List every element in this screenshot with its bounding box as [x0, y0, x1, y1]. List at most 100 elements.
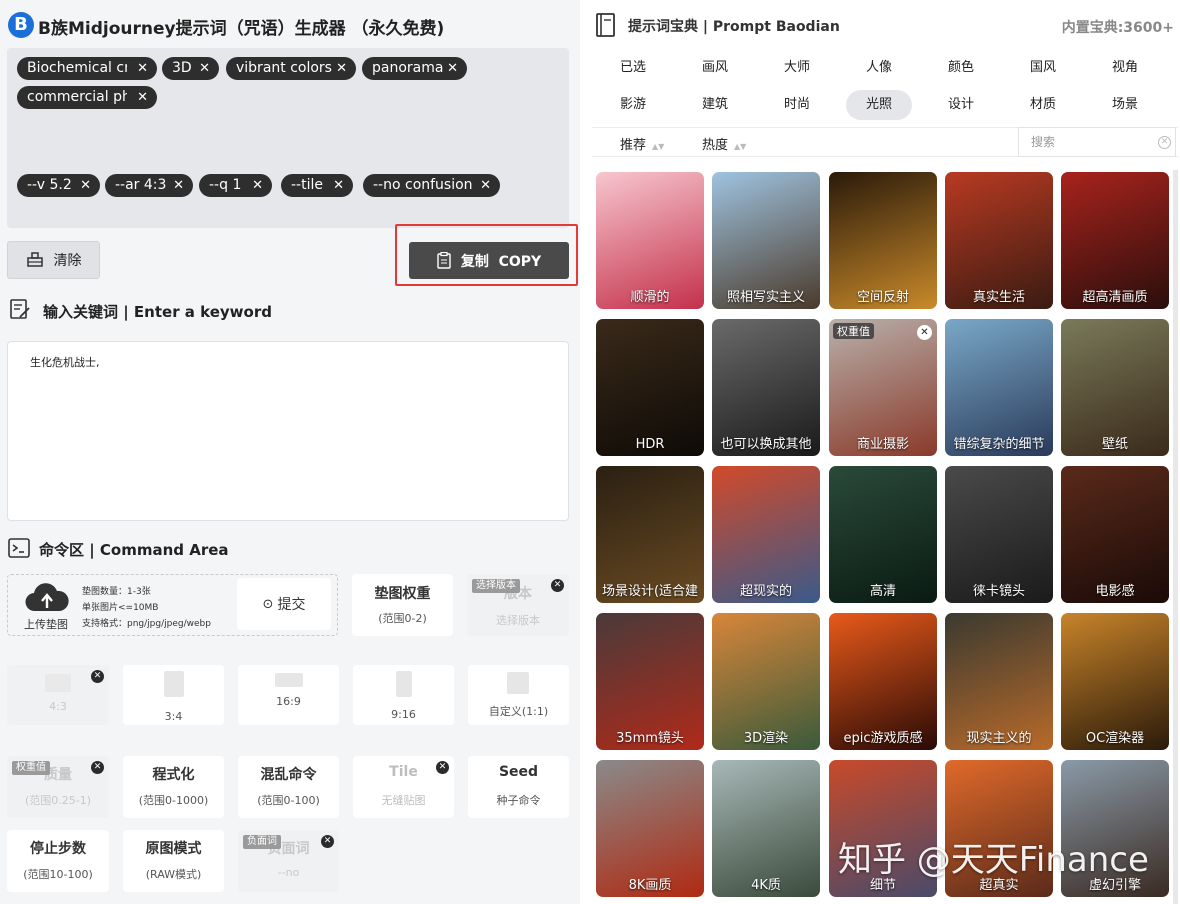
prompt-tile[interactable]: HDR: [596, 319, 704, 456]
close-icon[interactable]: ✕: [436, 761, 449, 774]
close-icon[interactable]: ✕: [917, 325, 932, 340]
copy-button[interactable]: 复制 COPY: [409, 242, 569, 279]
remove-chip-icon[interactable]: ✕: [80, 174, 91, 197]
stylize-card[interactable]: 程式化 (范围0-1000): [123, 756, 224, 818]
book-icon: [596, 13, 615, 37]
prompt-tile[interactable]: 超现实的: [712, 466, 820, 603]
upload-info-count: 垫图数量：1-3张: [82, 587, 151, 597]
close-icon[interactable]: ✕: [321, 835, 334, 848]
prompt-tile[interactable]: epic游戏质感: [829, 613, 937, 750]
chaos-card[interactable]: 混乱命令 (范围0-100): [238, 756, 339, 818]
prompt-tile[interactable]: 也可以换成其他: [712, 319, 820, 456]
prompt-chip[interactable]: Biochemical cri ✕: [17, 57, 157, 80]
category-tab[interactable]: 设计: [928, 90, 994, 120]
sort-hot[interactable]: 热度 ▲▼: [702, 134, 746, 153]
version-card[interactable]: 版本 选择版本 选择版本 ✕: [467, 574, 569, 636]
category-tab[interactable]: 已选: [600, 53, 666, 83]
param-chip[interactable]: --v 5.2 ✕: [17, 174, 100, 197]
ratio-card-custom[interactable]: 自定义(1:1): [468, 665, 569, 725]
prompt-tile[interactable]: 照相写实主义: [712, 172, 820, 309]
remove-chip-icon[interactable]: ✕: [480, 174, 491, 197]
ratio-card-3-4[interactable]: 3:4: [123, 665, 224, 725]
category-tab[interactable]: 光照: [846, 90, 912, 120]
remove-chip-icon[interactable]: ✕: [173, 174, 184, 197]
sort-arrows-icon: ▲▼: [734, 142, 747, 151]
prompt-chip[interactable]: 3D ✕: [162, 57, 219, 80]
ratio-shape-icon: [396, 671, 412, 697]
prompt-tile[interactable]: 4K质: [712, 760, 820, 897]
negative-card[interactable]: 负面词 --no 负面词 ✕: [238, 830, 339, 892]
eraser-icon: [26, 252, 43, 267]
category-tab[interactable]: 影游: [600, 90, 666, 120]
category-tab[interactable]: 场景: [1092, 90, 1158, 120]
param-chip[interactable]: --no confusion ✕: [363, 174, 500, 197]
prompt-tile[interactable]: OC渲染器: [1061, 613, 1169, 750]
category-tab[interactable]: 人像: [846, 53, 912, 83]
quality-card[interactable]: 质量 (范围0.25-1) 权重值 ✕: [7, 756, 109, 818]
search-input[interactable]: [1018, 127, 1176, 157]
close-icon[interactable]: ✕: [91, 761, 104, 774]
prompt-tile[interactable]: 徕卡镜头: [945, 466, 1053, 603]
prompt-tile[interactable]: 壁纸: [1061, 319, 1169, 456]
seed-card[interactable]: Seed 种子命令: [468, 756, 569, 818]
image-weight-card[interactable]: 垫图权重 (范围0-2): [352, 574, 453, 636]
remove-chip-icon[interactable]: ✕: [447, 57, 458, 80]
clear-button-label: 清除: [53, 253, 82, 269]
negative-badge: 负面词: [243, 835, 281, 849]
prompt-tile[interactable]: 商业摄影 权重值 ✕: [829, 319, 937, 456]
clipboard-icon: [437, 252, 451, 269]
prompt-tile[interactable]: 3D渲染: [712, 613, 820, 750]
close-icon[interactable]: ✕: [551, 579, 564, 592]
prompt-chip[interactable]: vibrant colors ✕: [226, 57, 356, 80]
prompt-tile[interactable]: 35mm镜头: [596, 613, 704, 750]
prompt-tile[interactable]: 顺滑的: [596, 172, 704, 309]
close-icon[interactable]: ✕: [91, 670, 104, 683]
ratio-shape-icon: [275, 673, 303, 687]
remove-chip-icon[interactable]: ✕: [199, 57, 210, 80]
category-tab[interactable]: 大师: [764, 53, 830, 83]
ratio-card-9-16[interactable]: 9:16: [353, 665, 454, 725]
scrollbar[interactable]: [1173, 170, 1178, 904]
remove-chip-icon[interactable]: ✕: [336, 57, 347, 80]
remove-chip-icon[interactable]: ✕: [252, 174, 263, 197]
submit-button[interactable]: ⊙ 提交: [237, 578, 331, 630]
prompt-chip[interactable]: commercial pho ✕: [17, 86, 157, 109]
prompt-tile[interactable]: 8K画质: [596, 760, 704, 897]
category-tab[interactable]: 颜色: [928, 53, 994, 83]
prompt-chip[interactable]: panorama ✕: [362, 57, 467, 80]
category-tab[interactable]: 建筑: [682, 90, 748, 120]
stop-card[interactable]: 停止步数 (范围10-100): [7, 830, 109, 892]
category-tab[interactable]: 视角: [1092, 53, 1158, 83]
prompt-tile[interactable]: 真实生活: [945, 172, 1053, 309]
raw-card[interactable]: 原图模式 (RAW模式): [123, 830, 224, 892]
remove-chip-icon[interactable]: ✕: [333, 174, 344, 197]
logo-icon: B: [8, 12, 34, 38]
param-chip[interactable]: --ar 4:3 ✕: [105, 174, 193, 197]
clear-button[interactable]: 清除: [7, 241, 100, 279]
remove-chip-icon[interactable]: ✕: [137, 57, 148, 80]
prompt-tile[interactable]: 错综复杂的细节: [945, 319, 1053, 456]
ratio-card-4-3[interactable]: 4:3 ✕: [7, 665, 109, 725]
ratio-card-16-9[interactable]: 16:9: [238, 665, 339, 725]
category-tab[interactable]: 时尚: [764, 90, 830, 120]
prompt-tile[interactable]: 现实主义的: [945, 613, 1053, 750]
quality-badge: 权重值: [12, 761, 50, 775]
prompt-tile[interactable]: 场景设计(适合建: [596, 466, 704, 603]
param-chip[interactable]: --q 1 ✕: [199, 174, 272, 197]
keyword-input[interactable]: [7, 341, 569, 521]
clear-search-icon[interactable]: ✕: [1158, 136, 1171, 149]
param-chip[interactable]: --tile ✕: [281, 174, 353, 197]
prompt-tile[interactable]: 超高清画质: [1061, 172, 1169, 309]
tile-caption: OC渲染器: [1085, 731, 1145, 746]
remove-chip-icon[interactable]: ✕: [137, 86, 148, 109]
category-tab[interactable]: 国风: [1010, 53, 1076, 83]
tile-caption: 真实生活: [972, 290, 1025, 305]
prompt-tile[interactable]: 电影感: [1061, 466, 1169, 603]
prompt-tile[interactable]: 高清: [829, 466, 937, 603]
prompt-tile[interactable]: 空间反射: [829, 172, 937, 309]
category-tab[interactable]: 材质: [1010, 90, 1076, 120]
command-section-title: 命令区 | Command Area: [39, 541, 229, 559]
tile-card[interactable]: Tile 无缝贴图 ✕: [353, 756, 454, 818]
category-tab[interactable]: 画风: [682, 53, 748, 83]
sort-recommend[interactable]: 推荐 ▲▼: [620, 134, 664, 153]
